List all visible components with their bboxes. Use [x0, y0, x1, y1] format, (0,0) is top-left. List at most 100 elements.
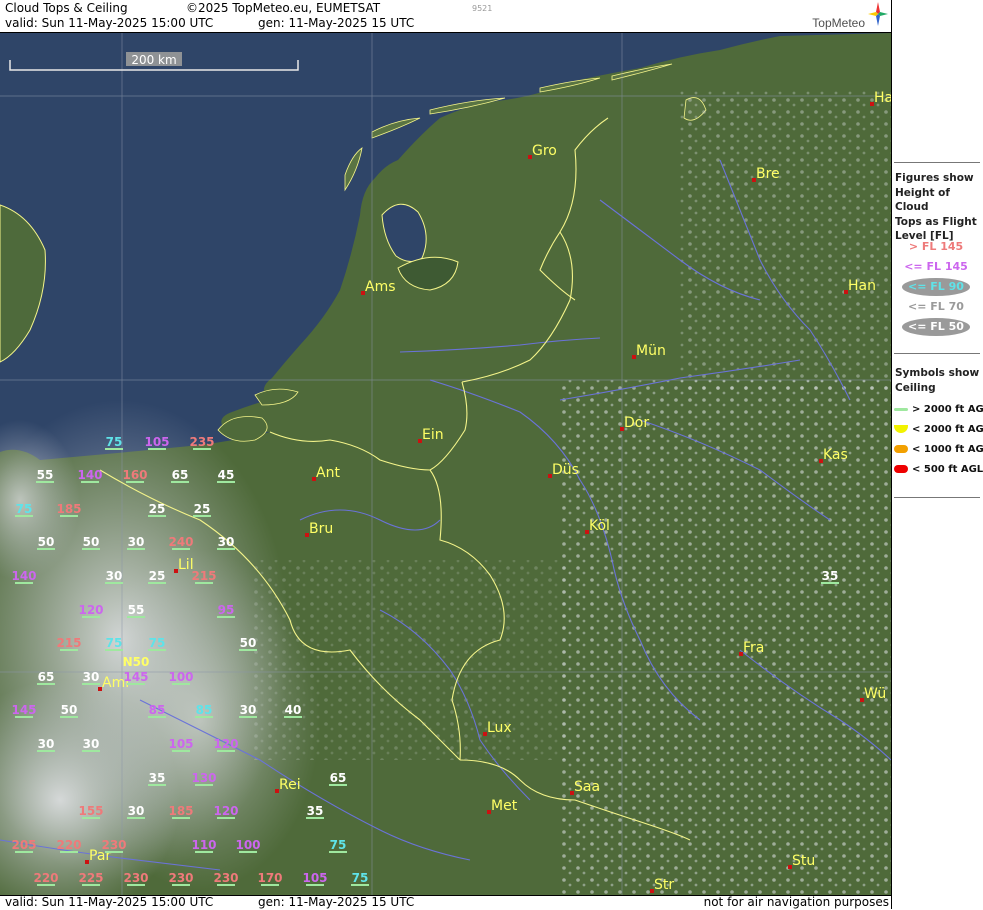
- ceiling-title-line: Symbols show: [895, 367, 980, 379]
- cloud-top-value: 75: [16, 502, 33, 516]
- cloud-top-value: 230: [123, 871, 148, 885]
- legend-ceiling-item: > 2000 ft AGL: [894, 404, 983, 415]
- cloud-top-marker: 230: [213, 871, 239, 886]
- cloud-top-marker: 85: [195, 703, 213, 718]
- legend-level-item: <= FL 70: [908, 300, 964, 313]
- cloud-top-value: 75: [330, 838, 347, 852]
- city-label: Ein: [422, 427, 444, 443]
- cloud-top-value: 85: [149, 703, 166, 717]
- cloud-top-value: 30: [240, 703, 257, 717]
- cloud-top-value: 25: [194, 502, 211, 516]
- legend-ceiling-item: < 1000 ft AGL: [894, 444, 983, 455]
- cloud-top-value: 30: [128, 804, 145, 818]
- navigation-disclaimer: not for air navigation purposes: [703, 895, 889, 909]
- city-label: Kas: [823, 447, 848, 463]
- cloud-top-marker: 110: [191, 838, 217, 853]
- cloud-top-value: 215: [56, 636, 81, 650]
- city-düs: Düs: [548, 462, 579, 478]
- city-label: Fra: [743, 640, 764, 656]
- cloud-top-value: 140: [77, 468, 102, 482]
- ceiling-swatch-icon: [894, 465, 908, 473]
- city-köl: Köl: [585, 518, 610, 534]
- cloud-top-marker: 50: [60, 703, 78, 718]
- city-label: Str: [654, 877, 674, 893]
- cloud-top-value: 185: [56, 502, 81, 516]
- city-met: Met: [487, 798, 518, 814]
- cloud-top-marker: 145: [11, 703, 37, 718]
- cloud-top-value: 225: [78, 871, 103, 885]
- city-label: Bru: [309, 521, 333, 537]
- legend-level-item: <= FL 145: [904, 260, 968, 273]
- cloud-top-marker: 75: [329, 838, 347, 853]
- cloud-top-value: 105: [144, 435, 169, 449]
- cloud-top-marker: 170: [257, 871, 283, 886]
- city-han: Han: [844, 278, 876, 294]
- cloud-top-value: 120: [78, 603, 103, 617]
- cloud-top-value: 30: [218, 535, 235, 549]
- cloud-top-value: 170: [257, 871, 282, 885]
- cloud-top-value: 140: [11, 569, 36, 583]
- image-code: 9521: [472, 4, 493, 13]
- city-str: Str: [650, 877, 674, 893]
- city-mün: Mün: [632, 343, 666, 359]
- generated-time-footer: gen: 11-May-2025 15 UTC: [258, 895, 415, 909]
- cloud-top-value: 75: [106, 435, 123, 449]
- cloud-top-marker: 105: [144, 435, 170, 450]
- heights-title-line: Tops as Flight: [895, 215, 977, 228]
- cloud-top-value: 100: [168, 670, 193, 684]
- legend-ceiling-item: < 500 ft AGL: [894, 464, 983, 475]
- cloud-top-marker: 100: [168, 670, 194, 685]
- cloud-top-value: 55: [37, 468, 54, 482]
- heights-legend-title: Figures show Height of Cloud Tops as Fli…: [895, 171, 983, 244]
- city-label: Ant: [316, 465, 340, 481]
- legend-level-item: > FL 145: [908, 240, 964, 253]
- city-ams: Ams: [361, 279, 396, 295]
- cloud-top-marker: 140: [11, 569, 37, 584]
- cloud-top-marker: 230: [101, 838, 127, 853]
- city-wü: Wü: [860, 686, 886, 702]
- cloud-top-marker: 35: [306, 804, 324, 819]
- cloud-top-value: 65: [330, 771, 347, 785]
- cloud-top-value: 220: [33, 871, 58, 885]
- cloud-top-value: 30: [128, 535, 145, 549]
- cloud-top-marker: 220: [56, 838, 82, 853]
- city-ein: Ein: [418, 427, 444, 443]
- ceiling-swatch-icon: [894, 425, 908, 433]
- cloud-top-value: 50: [83, 535, 100, 549]
- cloud-top-value: 50: [240, 636, 257, 650]
- cloud-top-marker: 30: [82, 737, 100, 752]
- cloud-top-marker: 65: [37, 670, 55, 685]
- cloud-top-marker: 95: [217, 603, 235, 618]
- cloud-top-marker: 230: [168, 871, 194, 886]
- cloud-top-value: 65: [172, 468, 189, 482]
- map-title: Cloud Tops & Ceiling: [5, 1, 128, 15]
- city-label: Dor: [624, 415, 649, 431]
- scale-bar-label: 200 km: [131, 53, 176, 67]
- city-label: Gro: [532, 143, 557, 159]
- cloud-top-marker: 55: [36, 468, 54, 483]
- cloud-top-value: 25: [149, 569, 166, 583]
- cloud-top-marker: 140: [77, 468, 103, 483]
- cloud-top-value: 230: [101, 838, 126, 852]
- city-label: Rei: [279, 777, 301, 793]
- city-ant: Ant: [312, 465, 340, 481]
- cloud-top-value: 215: [191, 569, 216, 583]
- city-label: Han: [848, 278, 876, 294]
- cloud-top-value: 95: [218, 603, 235, 617]
- ceiling-swatch-icon: [894, 445, 908, 453]
- map-footer: valid: Sun 11-May-2025 15:00 UTC gen: 11…: [0, 895, 891, 910]
- cloud-top-marker: 30: [82, 670, 100, 685]
- map-canvas: 200 km Ha Gro Bre Han Ams Mün Dor Ein Kas Ant Düs B…: [0, 33, 891, 895]
- cloud-top-marker: 30: [127, 535, 145, 550]
- cloud-top-value: 235: [189, 435, 214, 449]
- cloud-top-marker: 55: [127, 603, 145, 618]
- cloud-top-marker: 45: [217, 468, 235, 483]
- cloud-top-marker: 160: [122, 468, 148, 483]
- cloud-top-value: 205: [11, 838, 36, 852]
- brand-logo: TopMeteo: [812, 16, 865, 30]
- cloud-top-value: 145: [11, 703, 36, 717]
- ceiling-legend-title: Symbols show Ceiling: [895, 366, 979, 395]
- cloud-top-value: 85: [196, 703, 213, 717]
- satellite-map[interactable]: 200 km Ha Gro Bre Han Ams Mün Dor Ein Kas Ant Düs B…: [0, 33, 891, 895]
- cloud-top-value: 30: [83, 670, 100, 684]
